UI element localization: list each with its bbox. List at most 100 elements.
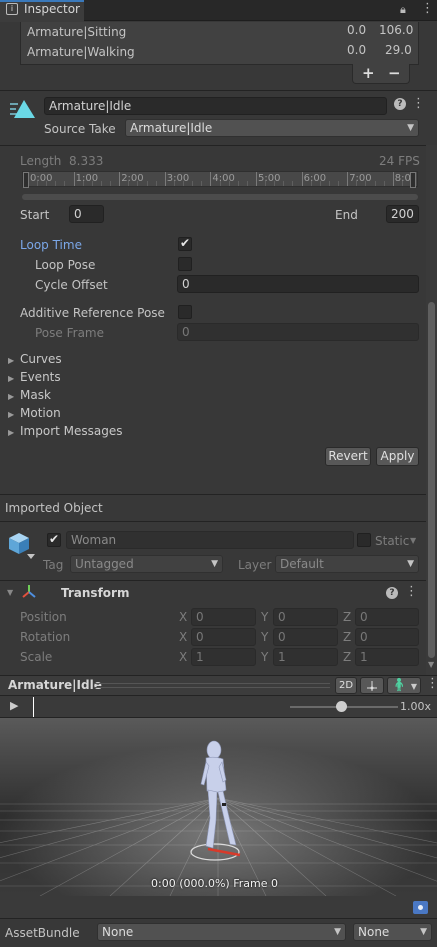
chevron-down-icon: ▼ — [407, 123, 414, 133]
foldout-events[interactable]: ▶ Events — [8, 370, 61, 384]
play-icon[interactable]: ▶ — [10, 699, 18, 712]
timeline-range-bar — [22, 194, 418, 200]
timeline-minor-tick — [237, 181, 239, 186]
preview-menu-dots-icon[interactable]: ⋮ — [426, 676, 437, 691]
active-checkbox[interactable]: ✔ — [47, 532, 61, 547]
playhead[interactable] — [33, 697, 34, 717]
foldout-label: Curves — [20, 352, 62, 366]
timeline-minor-tick — [146, 181, 148, 186]
apply-button[interactable]: Apply — [376, 447, 419, 466]
avatar-dropdown-button[interactable]: 🧍︎ ▼ — [387, 677, 421, 694]
timeline-tick-label: 8:0 — [394, 173, 411, 184]
assetbundle-variant-dropdown[interactable]: None ▼ — [353, 923, 432, 941]
pose-frame-field: 0 — [177, 323, 419, 341]
help-icon[interactable]: ? — [386, 587, 398, 599]
timeline-minor-tick — [246, 181, 248, 186]
tag-value: Untagged — [75, 557, 134, 571]
preview-status: 0:00 (000.0%) Frame 0 — [151, 877, 278, 890]
check-icon: ✔ — [49, 532, 60, 546]
source-take-dropdown[interactable]: Armature|Idle ▼ — [125, 119, 419, 137]
assetbundle-name-dropdown[interactable]: None ▼ — [97, 923, 346, 941]
2d-toggle-button[interactable]: 2D — [335, 677, 357, 694]
axis-label-x: X — [179, 630, 188, 644]
speed-slider-thumb[interactable] — [336, 701, 347, 712]
timeline-start-marker[interactable] — [23, 172, 29, 188]
axis-label-z: Z — [343, 650, 352, 664]
imported-object-header: Imported Object — [5, 501, 103, 515]
foldout-import-messages[interactable]: ▶ Import Messages — [8, 424, 123, 438]
timeline-minor-tick — [338, 181, 340, 186]
clip-name-field[interactable]: Armature|Idle — [44, 97, 387, 115]
clip-row[interactable]: Armature|Walking 0.0 29.0 — [21, 42, 418, 62]
clip-end: 29.0 — [385, 43, 412, 57]
chevron-down-icon: ▼ — [407, 559, 414, 569]
timeline-tick-label: 1:00 — [75, 173, 99, 184]
loop-pose-checkbox[interactable] — [178, 257, 192, 271]
timeline-tick — [301, 172, 303, 186]
humanoid-icon: 🧍︎ — [391, 678, 408, 693]
clip-start: 0.0 — [347, 43, 367, 57]
transform-y-field: 0 — [273, 628, 338, 646]
timeline-tick — [347, 172, 349, 186]
lock-icon[interactable]: 🔒︎ — [400, 3, 406, 17]
source-take-label: Source Take — [44, 122, 116, 136]
chevron-down-icon: ▼ — [211, 559, 218, 569]
add-clip-button[interactable]: + — [362, 64, 375, 82]
start-field[interactable]: 0 — [69, 205, 104, 223]
timeline-tick — [392, 172, 394, 186]
divider — [0, 90, 437, 91]
clip-row[interactable]: Armature|Sitting 0.0 106.0 — [21, 22, 418, 42]
tag-dropdown: Untagged ▼ — [70, 555, 223, 573]
pose-frame-label: Pose Frame — [35, 326, 104, 340]
end-field[interactable]: 200 — [386, 205, 419, 223]
divider — [0, 580, 426, 581]
timeline-minor-tick — [110, 181, 112, 186]
timeline-end-marker[interactable] — [410, 172, 416, 188]
pivot-toggle-button[interactable] — [360, 677, 384, 694]
timeline-tick — [164, 172, 166, 186]
foldout-motion[interactable]: ▶ Motion — [8, 406, 61, 420]
transform-x-field: 0 — [191, 628, 256, 646]
revert-button[interactable]: Revert — [325, 447, 371, 466]
additive-pose-checkbox[interactable] — [178, 305, 192, 319]
timeline-ruler[interactable]: 0:00 1:00 2:00 3:00 4:00 5:00 6:00 7:00 8:0 — [22, 171, 418, 187]
axis-label-z: Z — [343, 610, 352, 624]
timeline-minor-tick — [100, 181, 102, 186]
help-icon[interactable]: ? — [394, 98, 406, 110]
axis-label-z: Z — [343, 630, 352, 644]
loop-time-checkbox[interactable]: ✔ — [178, 236, 192, 251]
clip-start: 0.0 — [347, 23, 367, 37]
clip-name: Armature|Sitting — [27, 25, 127, 39]
remove-clip-button[interactable]: − — [388, 64, 401, 82]
timeline-tick-label: 7:00 — [349, 173, 372, 184]
scroll-down-icon[interactable]: ▼ — [428, 660, 434, 669]
settings-dots-icon[interactable]: ⋮ — [412, 96, 425, 111]
timeline-tick-label: 4:00 — [212, 173, 235, 184]
foldout-curves[interactable]: ▶ Curves — [8, 352, 62, 366]
assetbundle-name-value: None — [102, 925, 134, 939]
timeline-minor-tick — [201, 181, 203, 186]
static-label: Static — [375, 534, 410, 548]
cycle-offset-field[interactable]: 0 — [177, 275, 419, 293]
preview-drag-handle[interactable] — [94, 683, 330, 688]
loop-time-label: Loop Time — [20, 238, 82, 252]
transform-icon — [21, 584, 37, 600]
animation-clip-icon — [10, 98, 38, 120]
preview-viewport[interactable]: 0:00 (000.0%) Frame 0 — [0, 718, 437, 896]
menu-dots-icon[interactable]: ⋮ — [421, 1, 434, 16]
expand-arrow-icon[interactable]: ▼ — [7, 588, 13, 597]
foldout-mask[interactable]: ▶ Mask — [8, 388, 51, 402]
timeline-minor-tick — [155, 181, 157, 186]
chevron-right-icon: ▶ — [8, 392, 15, 401]
transform-row-label: Rotation — [20, 630, 71, 644]
scrollbar-thumb[interactable] — [428, 302, 435, 658]
speed-value: 1.00x — [400, 700, 432, 713]
clip-buttons — [352, 64, 410, 84]
settings-dots-icon[interactable]: ⋮ — [405, 584, 418, 599]
timeline-minor-tick — [383, 181, 385, 186]
transform-row-label: Position — [20, 610, 67, 624]
timeline-minor-tick — [55, 181, 57, 186]
foldout-label: Motion — [20, 406, 61, 420]
source-take-value: Armature|Idle — [130, 121, 213, 135]
divider — [0, 521, 426, 522]
